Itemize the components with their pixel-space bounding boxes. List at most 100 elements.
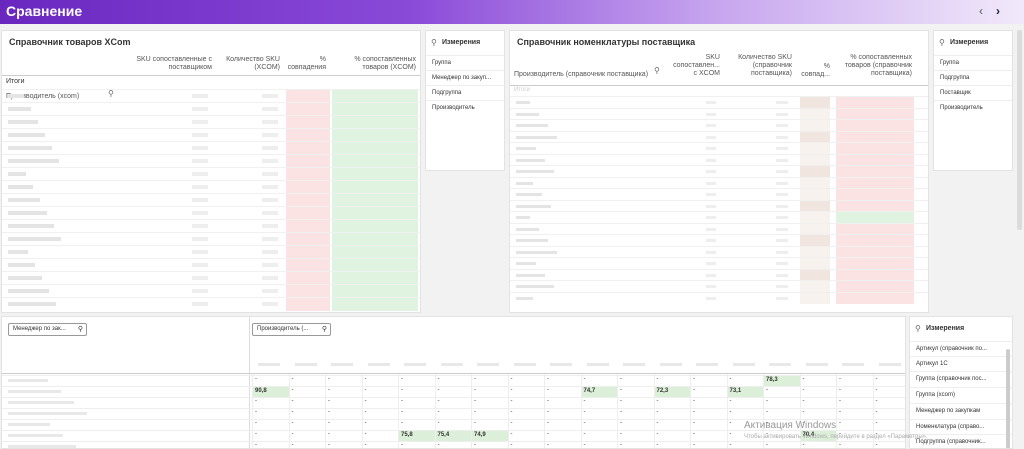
blurred-value xyxy=(262,172,278,176)
pivot-empty: - xyxy=(255,442,257,448)
pivot-empty: - xyxy=(656,409,659,415)
col-sku-count[interactable]: Количество SKU (XCOM) xyxy=(216,56,280,72)
blurred-col-header xyxy=(294,363,317,366)
search-icon: ⚲ xyxy=(321,326,327,333)
scrollbar[interactable] xyxy=(1006,349,1010,448)
pivot-empty: - xyxy=(693,398,695,404)
blurred-row-label xyxy=(8,379,48,382)
blurred-value xyxy=(262,263,278,267)
pct-match-cell xyxy=(800,166,830,177)
pivot-empty: - xyxy=(437,398,440,404)
dim-item-producer[interactable]: Производитель xyxy=(934,100,1012,115)
dim-item-producer[interactable]: Производитель xyxy=(426,100,504,115)
blurred-value xyxy=(262,211,278,215)
pivot-empty: - xyxy=(510,409,513,415)
pivot-empty: - xyxy=(875,398,878,404)
dim-item-group[interactable]: Группа xyxy=(934,55,1012,70)
pct-match-cell xyxy=(800,108,830,120)
page-title: Сравнение xyxy=(6,3,83,19)
table-row xyxy=(2,386,905,397)
dim-item-group[interactable]: Группа xyxy=(426,55,504,70)
manager-filter[interactable]: Менеджер по зак... ⚲ xyxy=(8,323,87,336)
pivot-empty: - xyxy=(620,420,622,426)
pivot-empty: - xyxy=(291,420,294,426)
col-pct-match[interactable]: % совпадения xyxy=(286,56,326,72)
dim-item-purchasing-manager[interactable]: Менеджер по закупкам xyxy=(910,403,1012,418)
pct-matched-cell xyxy=(836,154,914,166)
blurred-value xyxy=(262,159,278,163)
blurred-value xyxy=(192,237,208,241)
supplier-nomenclature-table: Справочник номенклатуры поставщика Произ… xyxy=(509,30,929,313)
col-sku-matched-supplier[interactable]: SKU сопоставлен... с XCOM xyxy=(668,54,720,78)
producer-filter[interactable]: Производитель (... ⚲ xyxy=(252,323,331,336)
search-icon[interactable]: ⚲ xyxy=(915,324,921,333)
blurred-name xyxy=(516,181,533,185)
pivot-empty: - xyxy=(656,420,659,426)
pivot-empty: - xyxy=(693,376,695,382)
table-row xyxy=(2,193,420,207)
blurred-value xyxy=(706,239,716,242)
chevron-right-icon[interactable]: › xyxy=(996,4,1000,18)
dim-item-supplier[interactable]: Поставщик xyxy=(934,85,1012,100)
pivot-empty: - xyxy=(656,398,659,404)
pivot-empty: - xyxy=(766,409,768,415)
blurred-value xyxy=(262,107,278,111)
pivot-value: 74,9 xyxy=(474,432,486,438)
search-icon[interactable]: ⚲ xyxy=(431,38,437,47)
table-row xyxy=(2,102,420,116)
dim-item-manager[interactable]: Менеджер по закуп... xyxy=(426,70,504,85)
blurred-name xyxy=(516,239,548,242)
dim-item-article-supplier[interactable]: Артикул (справочник по... xyxy=(910,341,1012,356)
col-pct-match-supplier[interactable]: % совпад... xyxy=(796,63,830,79)
pivot-empty: - xyxy=(620,387,622,393)
table-row xyxy=(510,280,928,292)
pivot-empty: - xyxy=(583,420,586,426)
dim-item-article-1c[interactable]: Артикул 1С xyxy=(910,356,1012,371)
pct-matched-cell xyxy=(836,212,914,223)
dim-item-subgroup[interactable]: Подгруппа xyxy=(426,85,504,100)
blurred-value xyxy=(262,94,278,98)
dim-item-subgroup[interactable]: Подгруппа xyxy=(934,70,1012,85)
pivot-empty: - xyxy=(364,431,367,437)
col-pct-matched-supplier[interactable]: % сопоставленных товаров (справочник пос… xyxy=(836,54,912,78)
supplier-table-title: Справочник номенклатуры поставщика xyxy=(517,37,696,47)
dim-item-group-xcom[interactable]: Группа (xcom) xyxy=(910,387,1012,402)
blurred-value xyxy=(262,289,278,293)
blurred-row-label xyxy=(8,445,76,448)
pivot-empty: - xyxy=(364,442,367,448)
col-sku-matched[interactable]: SKU сопоставленные с поставщиком xyxy=(124,56,212,72)
dim-item-group-supplier[interactable]: Группа (справочник пос... xyxy=(910,371,1012,386)
blurred-col-header xyxy=(805,363,828,366)
blurred-name xyxy=(516,204,551,208)
blurred-value xyxy=(706,170,716,173)
pivot-empty: - xyxy=(510,442,513,448)
blurred-value xyxy=(776,158,788,162)
pivot-empty: - xyxy=(328,420,330,426)
pivot-empty: - xyxy=(328,387,330,393)
blurred-value xyxy=(262,250,278,254)
page-scrollbar[interactable] xyxy=(1017,30,1022,230)
search-icon[interactable]: ⚲ xyxy=(939,38,945,47)
blurred-name xyxy=(516,101,530,104)
dim-item-nomenclature[interactable]: Номенклатура (справо... xyxy=(910,419,1012,434)
pct-match-cell xyxy=(800,200,830,212)
pct-matched-cell xyxy=(836,189,914,200)
pivot-empty: - xyxy=(693,442,695,448)
blurred-name xyxy=(516,262,536,265)
pct-match-cell xyxy=(800,246,830,258)
col-producer-supplier[interactable]: Производитель (справочник поставщика) xyxy=(514,71,648,79)
pivot-empty: - xyxy=(474,387,476,393)
pct-matched-cell xyxy=(836,269,914,281)
chevron-left-icon[interactable]: ‹ xyxy=(979,4,983,18)
pivot-empty: - xyxy=(437,442,440,448)
table-row xyxy=(510,96,928,108)
pivot-empty: - xyxy=(401,409,403,415)
col-sku-count-supplier[interactable]: Количество SKU (справочник поставщика) xyxy=(726,54,792,78)
blurred-value xyxy=(776,262,788,265)
search-icon[interactable]: ⚲ xyxy=(654,66,660,75)
blurred-value xyxy=(776,170,788,173)
col-pct-matched[interactable]: % сопоставленных товаров (XCOM) xyxy=(332,56,416,72)
table-row xyxy=(510,199,928,212)
blurred-name xyxy=(8,237,61,241)
blurred-col-header xyxy=(696,363,718,366)
